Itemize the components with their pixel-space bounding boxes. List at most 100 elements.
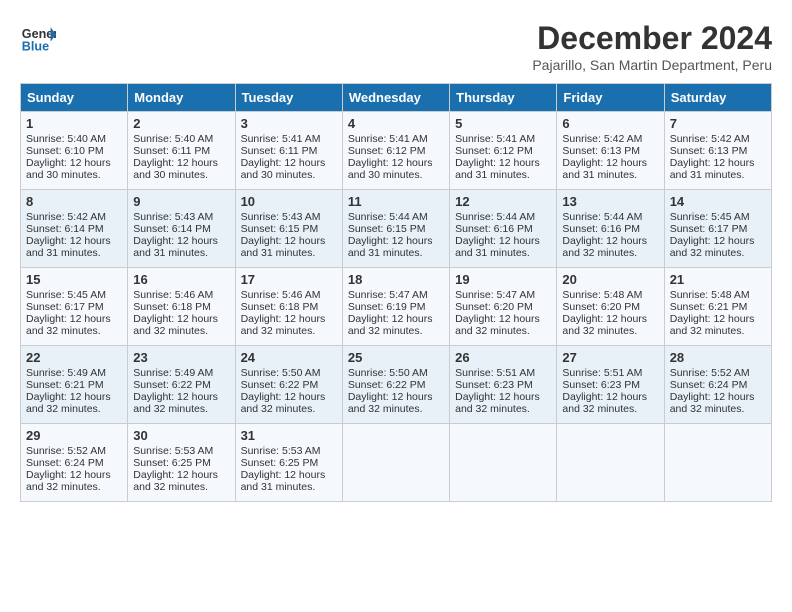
day-number: 22 (26, 350, 122, 365)
sunset: Sunset: 6:20 PM (455, 301, 533, 313)
sunrise: Sunrise: 5:42 AM (26, 211, 106, 223)
calendar-week-row: 22 Sunrise: 5:49 AM Sunset: 6:21 PM Dayl… (21, 346, 772, 424)
sunset: Sunset: 6:16 PM (562, 223, 640, 235)
sunset: Sunset: 6:15 PM (241, 223, 319, 235)
sunrise: Sunrise: 5:43 AM (241, 211, 321, 223)
sunrise: Sunrise: 5:41 AM (348, 133, 428, 145)
daylight: Daylight: 12 hours and 31 minutes. (455, 157, 540, 181)
day-number: 9 (133, 194, 229, 209)
sunset: Sunset: 6:12 PM (348, 145, 426, 157)
sunrise: Sunrise: 5:40 AM (133, 133, 213, 145)
day-number: 5 (455, 116, 551, 131)
header-saturday: Saturday (664, 84, 771, 112)
day-number: 26 (455, 350, 551, 365)
calendar-week-row: 15 Sunrise: 5:45 AM Sunset: 6:17 PM Dayl… (21, 268, 772, 346)
calendar-cell: 5 Sunrise: 5:41 AM Sunset: 6:12 PM Dayli… (450, 112, 557, 190)
daylight: Daylight: 12 hours and 31 minutes. (26, 235, 111, 259)
sunset: Sunset: 6:13 PM (670, 145, 748, 157)
calendar-cell: 13 Sunrise: 5:44 AM Sunset: 6:16 PM Dayl… (557, 190, 664, 268)
header-thursday: Thursday (450, 84, 557, 112)
calendar-cell: 3 Sunrise: 5:41 AM Sunset: 6:11 PM Dayli… (235, 112, 342, 190)
sunrise: Sunrise: 5:51 AM (562, 367, 642, 379)
daylight: Daylight: 12 hours and 32 minutes. (133, 391, 218, 415)
daylight: Daylight: 12 hours and 31 minutes. (455, 235, 540, 259)
day-number: 15 (26, 272, 122, 287)
calendar-header-row: SundayMondayTuesdayWednesdayThursdayFrid… (21, 84, 772, 112)
sunset: Sunset: 6:19 PM (348, 301, 426, 313)
calendar-cell: 27 Sunrise: 5:51 AM Sunset: 6:23 PM Dayl… (557, 346, 664, 424)
calendar-week-row: 8 Sunrise: 5:42 AM Sunset: 6:14 PM Dayli… (21, 190, 772, 268)
day-number: 6 (562, 116, 658, 131)
sunrise: Sunrise: 5:45 AM (26, 289, 106, 301)
sunset: Sunset: 6:21 PM (670, 301, 748, 313)
day-number: 7 (670, 116, 766, 131)
daylight: Daylight: 12 hours and 32 minutes. (241, 391, 326, 415)
sunrise: Sunrise: 5:53 AM (133, 445, 213, 457)
sunrise: Sunrise: 5:48 AM (670, 289, 750, 301)
calendar-cell (664, 424, 771, 502)
sunrise: Sunrise: 5:41 AM (455, 133, 535, 145)
sunrise: Sunrise: 5:47 AM (455, 289, 535, 301)
sunset: Sunset: 6:23 PM (455, 379, 533, 391)
svg-text:Blue: Blue (22, 40, 49, 54)
daylight: Daylight: 12 hours and 31 minutes. (348, 235, 433, 259)
daylight: Daylight: 12 hours and 32 minutes. (133, 469, 218, 493)
daylight: Daylight: 12 hours and 32 minutes. (562, 313, 647, 337)
daylight: Daylight: 12 hours and 30 minutes. (26, 157, 111, 181)
calendar-cell: 30 Sunrise: 5:53 AM Sunset: 6:25 PM Dayl… (128, 424, 235, 502)
daylight: Daylight: 12 hours and 32 minutes. (348, 391, 433, 415)
day-number: 25 (348, 350, 444, 365)
calendar-cell: 4 Sunrise: 5:41 AM Sunset: 6:12 PM Dayli… (342, 112, 449, 190)
calendar-cell: 18 Sunrise: 5:47 AM Sunset: 6:19 PM Dayl… (342, 268, 449, 346)
calendar-cell: 19 Sunrise: 5:47 AM Sunset: 6:20 PM Dayl… (450, 268, 557, 346)
day-number: 3 (241, 116, 337, 131)
logo-icon: General Blue (20, 20, 56, 56)
sunset: Sunset: 6:12 PM (455, 145, 533, 157)
sunrise: Sunrise: 5:52 AM (670, 367, 750, 379)
daylight: Daylight: 12 hours and 31 minutes. (241, 469, 326, 493)
calendar-cell: 26 Sunrise: 5:51 AM Sunset: 6:23 PM Dayl… (450, 346, 557, 424)
header-tuesday: Tuesday (235, 84, 342, 112)
sunrise: Sunrise: 5:44 AM (348, 211, 428, 223)
sunrise: Sunrise: 5:46 AM (133, 289, 213, 301)
sunset: Sunset: 6:11 PM (133, 145, 210, 157)
calendar-cell (450, 424, 557, 502)
calendar-cell: 9 Sunrise: 5:43 AM Sunset: 6:14 PM Dayli… (128, 190, 235, 268)
sunset: Sunset: 6:15 PM (348, 223, 426, 235)
calendar-week-row: 1 Sunrise: 5:40 AM Sunset: 6:10 PM Dayli… (21, 112, 772, 190)
logo: General Blue (20, 20, 56, 56)
day-number: 1 (26, 116, 122, 131)
calendar-cell: 10 Sunrise: 5:43 AM Sunset: 6:15 PM Dayl… (235, 190, 342, 268)
daylight: Daylight: 12 hours and 31 minutes. (133, 235, 218, 259)
sunset: Sunset: 6:16 PM (455, 223, 533, 235)
header-sunday: Sunday (21, 84, 128, 112)
sunrise: Sunrise: 5:49 AM (26, 367, 106, 379)
sunrise: Sunrise: 5:47 AM (348, 289, 428, 301)
calendar-cell: 22 Sunrise: 5:49 AM Sunset: 6:21 PM Dayl… (21, 346, 128, 424)
daylight: Daylight: 12 hours and 30 minutes. (348, 157, 433, 181)
calendar-cell: 2 Sunrise: 5:40 AM Sunset: 6:11 PM Dayli… (128, 112, 235, 190)
calendar-cell: 25 Sunrise: 5:50 AM Sunset: 6:22 PM Dayl… (342, 346, 449, 424)
sunset: Sunset: 6:18 PM (241, 301, 319, 313)
sunrise: Sunrise: 5:53 AM (241, 445, 321, 457)
calendar-cell: 17 Sunrise: 5:46 AM Sunset: 6:18 PM Dayl… (235, 268, 342, 346)
location: Pajarillo, San Martin Department, Peru (532, 57, 772, 73)
sunrise: Sunrise: 5:50 AM (241, 367, 321, 379)
daylight: Daylight: 12 hours and 31 minutes. (241, 235, 326, 259)
header-wednesday: Wednesday (342, 84, 449, 112)
day-number: 20 (562, 272, 658, 287)
calendar-week-row: 29 Sunrise: 5:52 AM Sunset: 6:24 PM Dayl… (21, 424, 772, 502)
day-number: 10 (241, 194, 337, 209)
daylight: Daylight: 12 hours and 30 minutes. (241, 157, 326, 181)
month-year: December 2024 (532, 20, 772, 57)
sunrise: Sunrise: 5:42 AM (562, 133, 642, 145)
daylight: Daylight: 12 hours and 32 minutes. (26, 313, 111, 337)
daylight: Daylight: 12 hours and 32 minutes. (133, 313, 218, 337)
sunset: Sunset: 6:22 PM (241, 379, 319, 391)
calendar-cell: 20 Sunrise: 5:48 AM Sunset: 6:20 PM Dayl… (557, 268, 664, 346)
sunset: Sunset: 6:10 PM (26, 145, 104, 157)
sunrise: Sunrise: 5:44 AM (562, 211, 642, 223)
calendar-cell: 8 Sunrise: 5:42 AM Sunset: 6:14 PM Dayli… (21, 190, 128, 268)
daylight: Daylight: 12 hours and 32 minutes. (455, 313, 540, 337)
daylight: Daylight: 12 hours and 31 minutes. (562, 157, 647, 181)
